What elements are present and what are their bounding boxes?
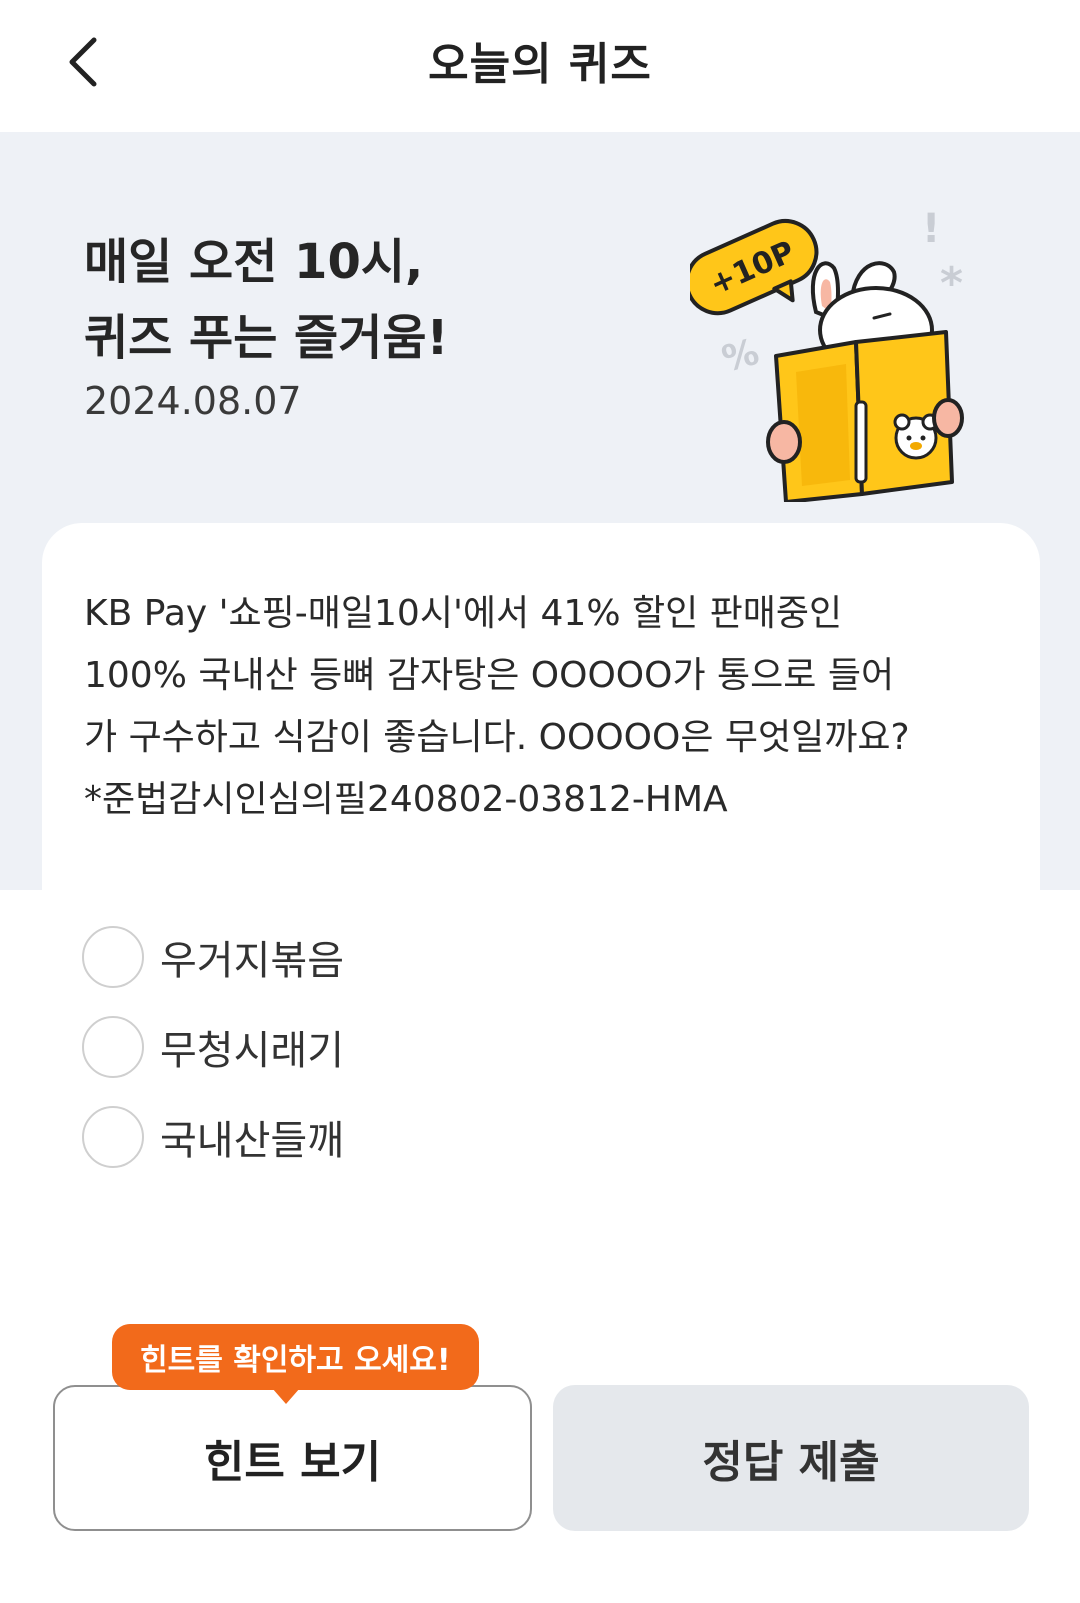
- svg-text:!: !: [922, 206, 940, 252]
- question-card: KB Pay '쇼핑-매일10시'에서 41% 할인 판매중인 100% 국내산…: [42, 523, 1040, 903]
- rabbit-reading-book-illustration: ! * % +10P: [690, 206, 964, 502]
- svg-text:*: *: [940, 258, 963, 309]
- radio-button[interactable]: [82, 1106, 144, 1168]
- quiz-page: 오늘의 퀴즈 매일 오전 10시, 퀴즈 푸는 즐거움! 2024.08.07 …: [0, 0, 1080, 1603]
- hero-headline-line2: 퀴즈 푸는 즐거움!: [84, 310, 449, 366]
- question-line: *준법감시인심의필240802-03812-HMA: [84, 779, 728, 820]
- page-title: 오늘의 퀴즈: [428, 39, 652, 90]
- hint-tooltip: 힌트를 확인하고 오세요!: [112, 1324, 479, 1404]
- question-line: 100% 국내산 등뼈 감자탕은 OOOOO가 통으로 들어: [84, 655, 895, 696]
- hero-headline-line1: 매일 오전 10시,: [84, 234, 424, 290]
- question-line: KB Pay '쇼핑-매일10시'에서 41% 할인 판매중인: [84, 593, 843, 634]
- answer-option-1[interactable]: 우거지볶음: [82, 912, 982, 1002]
- svg-text:%: %: [718, 332, 763, 381]
- answer-option-2[interactable]: 무청시래기: [82, 1002, 982, 1092]
- radio-button[interactable]: [82, 926, 144, 988]
- answer-option-label: 우거지볶음: [160, 938, 344, 984]
- answer-options: 우거지볶음 무청시래기 국내산들깨: [82, 912, 982, 1182]
- answer-option-label: 무청시래기: [160, 1028, 344, 1074]
- question-line: 가 구수하고 식감이 좋습니다. OOOOO은 무엇일까요?: [84, 717, 910, 758]
- answer-option-label: 국내산들깨: [160, 1118, 344, 1164]
- submit-answer-button[interactable]: 정답 제출: [553, 1385, 1029, 1531]
- app-header: 오늘의 퀴즈: [0, 0, 1080, 132]
- question-text: KB Pay '쇼핑-매일10시'에서 41% 할인 판매중인 100% 국내산…: [84, 583, 1004, 831]
- points-badge: +10P: [690, 219, 819, 316]
- answer-option-3[interactable]: 국내산들깨: [82, 1092, 982, 1182]
- quiz-date: 2024.08.07: [84, 379, 302, 423]
- radio-button[interactable]: [82, 1016, 144, 1078]
- hint-button[interactable]: 힌트 보기: [53, 1385, 532, 1531]
